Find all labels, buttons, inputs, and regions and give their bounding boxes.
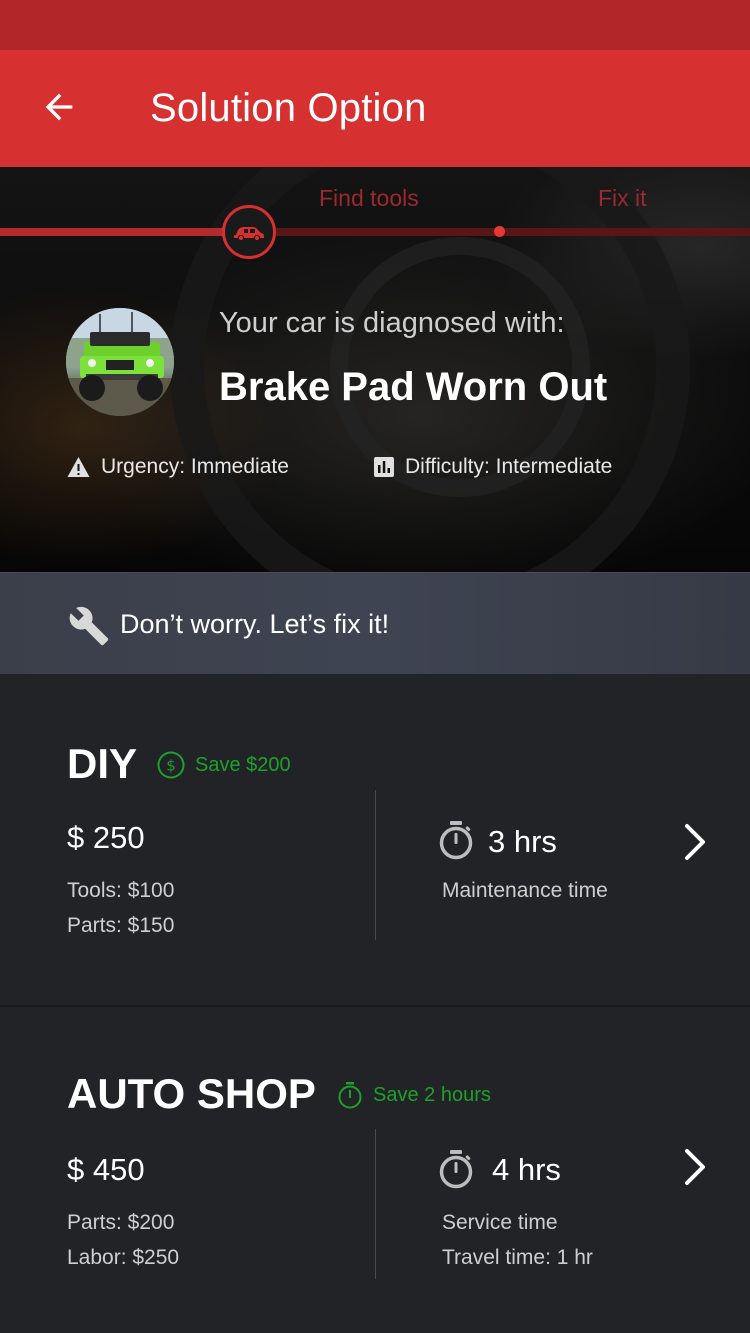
warning-icon — [67, 457, 90, 477]
travel-time-label: Travel time: 1 hr — [442, 1246, 593, 1269]
banner-text: Don’t worry. Let’s fix it! — [120, 609, 390, 639]
time-value: 3 hrs — [488, 824, 557, 859]
option-card-auto-shop[interactable]: AUTO SHOP Save 2 hours $ 450 Parts: $200… — [0, 1007, 750, 1333]
next-step-dot — [494, 226, 505, 237]
save-text: Save 2 hours — [373, 1083, 491, 1106]
arrow-left-icon — [45, 93, 73, 121]
step-fix-it[interactable]: Fix it — [598, 185, 647, 212]
save-text: Save $200 — [195, 753, 291, 776]
urgency-info: Urgency: Immediate — [66, 455, 289, 479]
dollar-circle-icon: $ — [157, 751, 185, 779]
page-title: Solution Option — [150, 86, 427, 130]
time-value: 4 hrs — [492, 1152, 561, 1187]
current-step-marker — [222, 205, 276, 259]
save-badge: Save 2 hours — [337, 1081, 491, 1109]
chevron-right-icon[interactable] — [680, 822, 710, 862]
chevron-right-icon[interactable] — [680, 1147, 710, 1187]
stopwatch-icon — [439, 821, 473, 860]
jeep-image — [66, 308, 174, 416]
cost-line-parts: Parts: $150 — [67, 914, 175, 937]
difficulty-text: Difficulty: Intermediate — [405, 455, 613, 478]
diagnosis-label: Your car is diagnosed with: — [219, 307, 565, 339]
option-card-diy[interactable]: DIY $ Save $200 $ 250 Tools: $100 Parts:… — [0, 674, 750, 1005]
option-title: AUTO SHOP — [67, 1070, 316, 1117]
app-bar: Solution Option — [0, 50, 750, 167]
cost-line-tools: Tools: $100 — [67, 879, 175, 902]
diagnosis-value: Brake Pad Worn Out — [219, 365, 608, 409]
progress-fill — [0, 228, 250, 236]
difficulty-info: Difficulty: Intermediate — [373, 455, 612, 479]
card-divider-vertical — [375, 1129, 376, 1279]
car-avatar — [66, 308, 174, 416]
total-price: $ 250 — [67, 820, 145, 855]
total-price: $ 450 — [67, 1152, 145, 1187]
cost-line-parts: Parts: $200 — [67, 1211, 175, 1234]
card-divider-vertical — [375, 790, 376, 940]
step-find-tools[interactable]: Find tools — [319, 185, 419, 212]
time-label: Maintenance time — [442, 879, 608, 902]
wrench-icon — [69, 606, 109, 646]
svg-text:$: $ — [166, 757, 176, 775]
status-bar — [0, 0, 750, 50]
cost-line-labor: Labor: $250 — [67, 1246, 180, 1269]
back-button[interactable] — [30, 78, 88, 136]
time-label: Service time — [442, 1211, 558, 1234]
car-icon — [234, 227, 264, 242]
option-title: DIY — [67, 740, 138, 787]
stopwatch-icon — [439, 1150, 473, 1189]
timer-icon — [338, 1082, 362, 1109]
encouragement-banner: Don’t worry. Let’s fix it! — [0, 572, 750, 674]
diagnosis-hero: Find tools Fix it Your car is diagnosed … — [0, 167, 750, 572]
save-badge: $ Save $200 — [157, 751, 291, 779]
bar-chart-icon — [374, 457, 394, 477]
urgency-text: Urgency: Immediate — [101, 455, 289, 478]
